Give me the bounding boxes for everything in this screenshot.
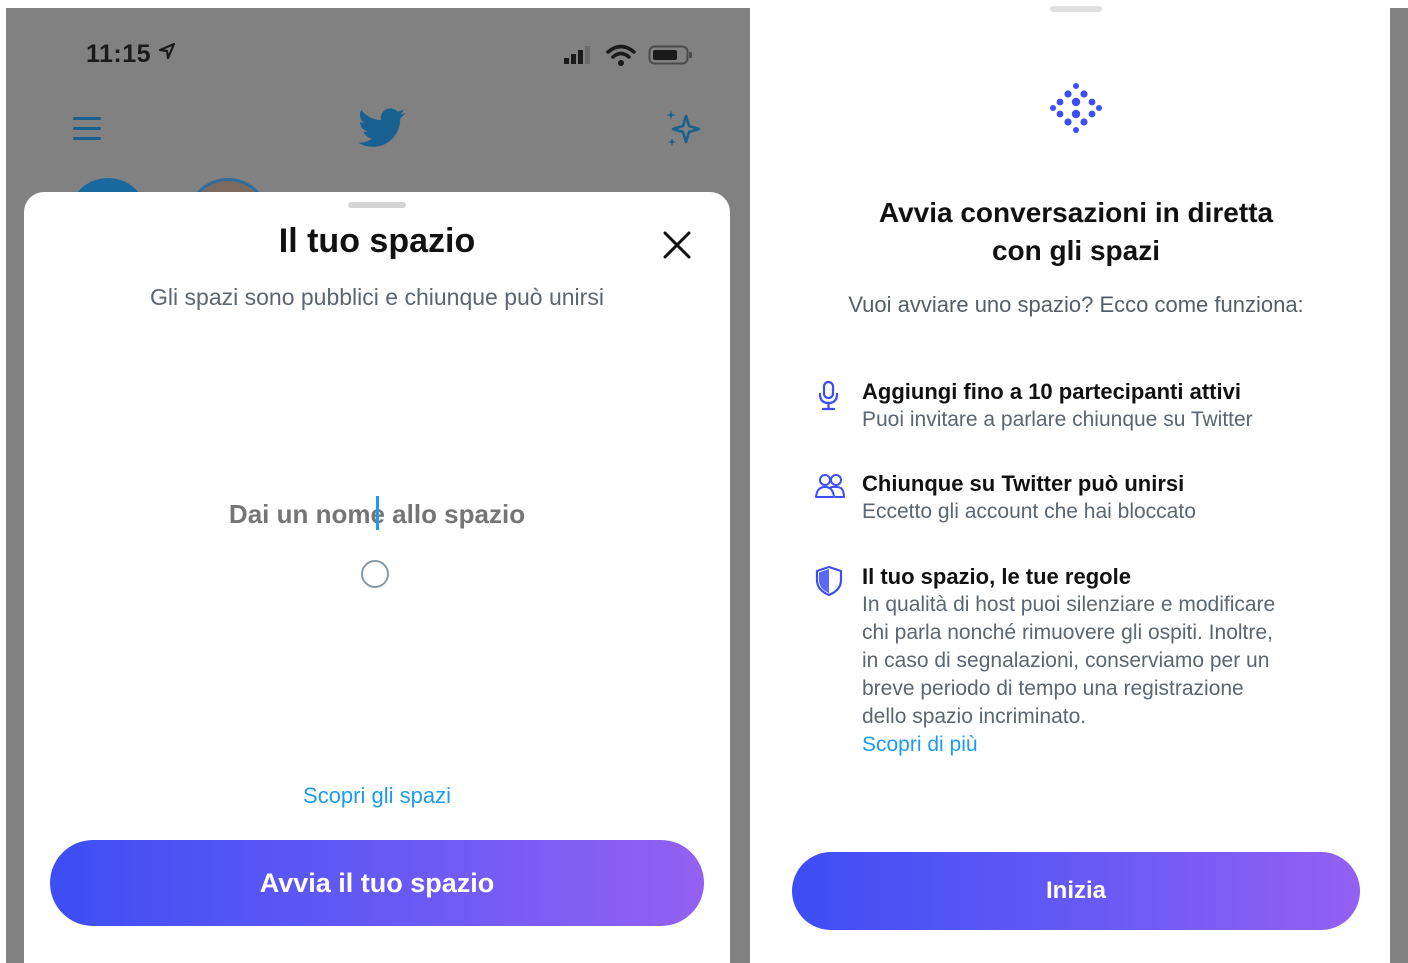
feature-body: Puoi invitare a parlare chiunque su Twit… [862,408,1253,431]
learn-more-link[interactable]: Scopri di più [862,731,1352,759]
spaces-logo-icon [1050,83,1102,133]
menu-icon[interactable] [72,116,102,142]
people-icon [815,474,845,498]
start-space-button[interactable]: Avvia il tuo spazio [50,840,704,926]
status-time: 11:15 [86,40,152,68]
feature-heading: Aggiungi fino a 10 partecipanti attivi [862,379,1241,404]
twitter-bird-icon[interactable] [358,108,406,150]
location-arrow-icon [158,42,176,60]
feature-body-line: In qualità di host puoi silenziare e mod… [862,593,1276,616]
title-line: Avvia conversazioni in diretta [878,197,1274,228]
signal-icon [564,46,590,64]
title-line: con gli spazi [991,235,1161,266]
feature-body-line: chi parla nonché rimuovere gli ospiti. I… [862,621,1273,644]
feature-heading: Chiunque su Twitter può unirsi [862,471,1185,496]
battery-icon [648,45,692,65]
dimmed-background-edge [1390,8,1408,963]
feature-body-line: breve periodo di tempo una registrazione [862,677,1244,700]
shield-icon [815,565,843,597]
sheet-title: Il tuo spazio [278,222,476,260]
feature-body-line: dello spazio incriminato. [862,705,1087,728]
feature-body: Eccetto gli account che hai bloccato [862,500,1196,523]
microphone-icon [818,380,839,411]
wifi-icon [606,44,636,66]
discover-spaces-link[interactable]: Scopri gli spazi [24,783,730,809]
left-phone-screen: 11:15 Il tuo spazio Gli spazi sono pubbl… [0,0,756,963]
create-space-sheet: Il tuo spazio Gli spazi sono pubblici e … [24,192,730,963]
start-button[interactable]: Inizia [792,852,1360,930]
text-caret [376,496,379,530]
feature-heading: Il tuo spazio, le tue regole [862,564,1131,589]
feature-body-line: in caso di segnalazioni, conserviamo per… [862,649,1270,672]
sparkle-icon[interactable] [662,108,704,150]
onboarding-subtitle: Vuoi avviare uno spazio? Ecco come funzi… [848,292,1304,317]
status-icons [562,44,694,66]
right-phone-screen: Avvia conversazioni in diretta con gli s… [762,0,1390,963]
close-icon[interactable] [660,228,694,262]
onboarding-title: Avvia conversazioni in diretta con gli s… [762,194,1390,270]
sheet-drag-handle[interactable] [348,202,406,208]
sheet-drag-handle[interactable] [1050,6,1102,12]
sheet-subtitle: Gli spazi sono pubblici e chiunque può u… [150,284,604,310]
topic-selector-circle[interactable] [361,560,389,588]
